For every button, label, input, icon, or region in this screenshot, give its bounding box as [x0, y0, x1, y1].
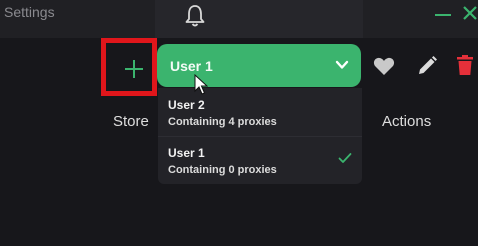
- title-bar: Settings: [0, 0, 478, 38]
- user-select-value: User 1: [170, 57, 213, 74]
- user-dropdown-menu: User 2 Containing 4 proxies User 1 Conta…: [158, 88, 362, 184]
- check-icon: [338, 153, 352, 163]
- option-name: User 2: [168, 98, 205, 112]
- bell-icon[interactable]: [183, 3, 207, 29]
- column-header-actions: Actions: [382, 113, 432, 130]
- dropdown-option-user-1[interactable]: User 1 Containing 0 proxies: [158, 138, 362, 182]
- user-select[interactable]: User 1: [157, 44, 361, 87]
- heart-icon[interactable]: [373, 56, 395, 76]
- plus-icon: [125, 60, 143, 78]
- column-header-store: Store: [113, 113, 149, 130]
- close-icon[interactable]: [462, 4, 478, 22]
- option-name: User 1: [168, 146, 205, 160]
- option-divider: [158, 136, 362, 137]
- window-title: Settings: [4, 4, 55, 20]
- pencil-icon[interactable]: [416, 55, 438, 77]
- option-subtitle: Containing 0 proxies: [168, 164, 277, 176]
- minimize-icon[interactable]: [434, 6, 452, 22]
- mouse-cursor-icon: [194, 74, 208, 95]
- dropdown-option-user-2[interactable]: User 2 Containing 4 proxies: [158, 90, 362, 134]
- add-user-button[interactable]: [118, 54, 150, 84]
- chevron-down-icon: [335, 60, 349, 69]
- option-subtitle: Containing 4 proxies: [168, 116, 277, 128]
- trash-icon[interactable]: [456, 54, 474, 76]
